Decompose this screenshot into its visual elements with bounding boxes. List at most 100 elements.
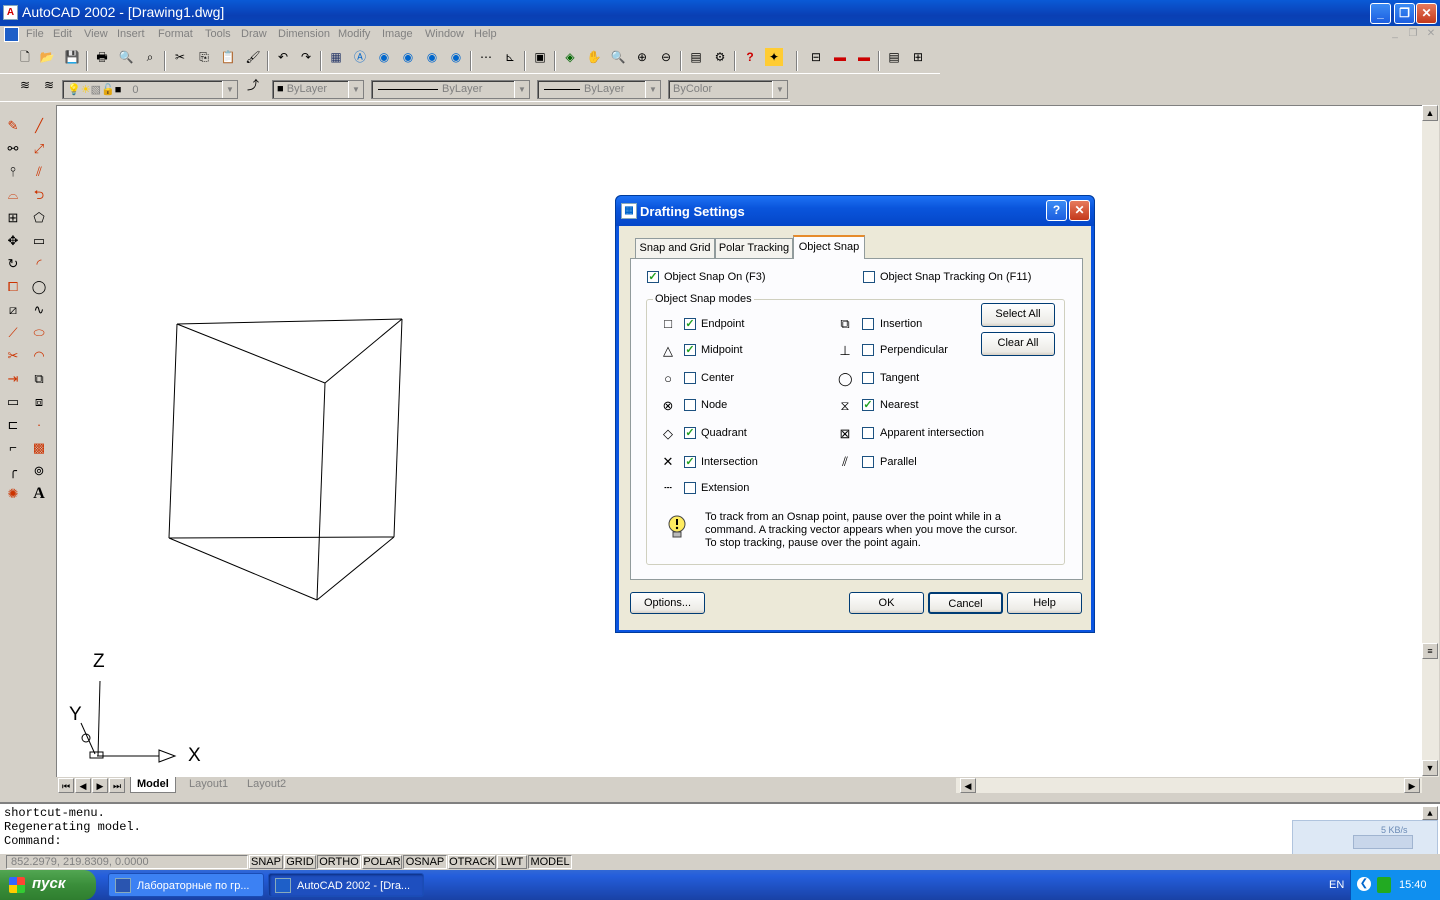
break-at-point-icon[interactable]: ⊏ bbox=[3, 415, 23, 435]
tab-snap-and-grid[interactable]: Snap and Grid bbox=[635, 238, 715, 258]
extend-icon[interactable]: ⇥ bbox=[3, 369, 23, 389]
menu-edit[interactable]: Edit bbox=[53, 28, 72, 40]
help-icon[interactable]: ? bbox=[741, 48, 759, 66]
construction-line-icon[interactable]: ⤢ bbox=[29, 139, 49, 159]
parallel-checkbox[interactable] bbox=[862, 456, 874, 468]
menu-help[interactable]: Help bbox=[474, 28, 497, 40]
document-icon[interactable] bbox=[4, 27, 19, 42]
scroll-left-icon[interactable]: ◀ bbox=[960, 778, 976, 793]
clear-all-button[interactable]: Clear All bbox=[981, 332, 1055, 356]
snap-toggle[interactable]: SNAP bbox=[249, 855, 283, 869]
pan-realtime-icon[interactable]: ✋ bbox=[585, 48, 603, 66]
lineweight-dropdown[interactable]: ByLayer ▼ bbox=[537, 80, 661, 99]
make-block-icon[interactable]: ⧈ bbox=[29, 392, 49, 412]
tangent-checkbox[interactable] bbox=[862, 372, 874, 384]
tab-layout1[interactable]: Layout1 bbox=[183, 777, 234, 793]
doc-minimize-icon[interactable]: _ bbox=[1388, 28, 1402, 40]
endpoint-checkbox[interactable]: ✓ bbox=[684, 318, 696, 330]
menu-modify[interactable]: Modify bbox=[338, 28, 370, 40]
osnap-tracking-checkbox[interactable] bbox=[863, 271, 875, 283]
rectangle-icon[interactable]: ▭ bbox=[29, 231, 49, 251]
first-tab-icon[interactable]: ⏮ bbox=[58, 778, 74, 793]
scroll-down-icon[interactable]: ▼ bbox=[1422, 760, 1438, 776]
extension-checkbox[interactable] bbox=[684, 482, 696, 494]
express-tools-icon[interactable]: ✦ bbox=[765, 48, 783, 66]
web-icon[interactable]: ◉ bbox=[375, 48, 393, 66]
apparent-intersection-checkbox[interactable] bbox=[862, 427, 874, 439]
new-file-icon[interactable]: 🗋 bbox=[16, 48, 34, 66]
trim-icon[interactable]: ✂ bbox=[3, 346, 23, 366]
help-button[interactable]: Help bbox=[1007, 592, 1082, 614]
publish-web-icon[interactable]: ◉ bbox=[423, 48, 441, 66]
osnap-on-checkbox[interactable]: ✓ bbox=[647, 271, 659, 283]
point-icon[interactable]: · bbox=[29, 415, 49, 435]
open-folder-icon[interactable]: 📂 bbox=[38, 48, 56, 66]
tray-arrow-icon[interactable]: ❮ bbox=[1357, 877, 1371, 891]
ellipse-arc-icon[interactable]: ◠ bbox=[29, 346, 49, 366]
find-replace-icon[interactable]: ⌕ bbox=[141, 48, 159, 66]
scale-icon[interactable]: ⧠ bbox=[3, 277, 23, 297]
minimize-button[interactable]: _ bbox=[1370, 3, 1391, 24]
vertical-scrollbar[interactable]: ▲ ≡ ▼ bbox=[1422, 105, 1439, 777]
osnap-toggle[interactable]: OSNAP bbox=[403, 855, 447, 869]
menu-dimension[interactable]: Dimension bbox=[278, 28, 330, 40]
dim-aligned-icon[interactable]: ▬ bbox=[831, 48, 849, 66]
tray-app-icon[interactable] bbox=[1377, 877, 1391, 893]
today-icon[interactable]: Ⓐ bbox=[351, 48, 369, 66]
prev-tab-icon[interactable]: ◀ bbox=[75, 778, 91, 793]
cmd-scroll-up-icon[interactable]: ▲ bbox=[1422, 806, 1438, 820]
scroll-right-icon[interactable]: ▶ bbox=[1404, 778, 1420, 793]
offset-icon[interactable]: ⌓ bbox=[3, 185, 23, 205]
spline-icon[interactable]: ∿ bbox=[29, 300, 49, 320]
model-toggle[interactable]: MODEL bbox=[528, 855, 572, 869]
zoom-realtime-icon[interactable]: 🔍 bbox=[609, 48, 627, 66]
intersection-checkbox[interactable]: ✓ bbox=[684, 456, 696, 468]
dialog-close-icon[interactable]: ✕ bbox=[1069, 200, 1090, 221]
3d-orbit-icon[interactable]: ◈ bbox=[561, 48, 579, 66]
move-icon[interactable]: ✥ bbox=[3, 231, 23, 251]
options-button[interactable]: Options... bbox=[630, 592, 705, 614]
last-tab-icon[interactable]: ⏭ bbox=[109, 778, 125, 793]
select-all-button[interactable]: Select All bbox=[981, 303, 1055, 327]
lengthen-icon[interactable]: ⟋ bbox=[3, 323, 23, 343]
start-button[interactable]: пуск bbox=[0, 870, 96, 900]
dim-style-icon[interactable]: ⊞ bbox=[909, 48, 927, 66]
print-preview-icon[interactable]: 🔍 bbox=[117, 48, 135, 66]
tab-object-snap[interactable]: Object Snap bbox=[793, 235, 865, 259]
ellipse-icon[interactable]: ⬭ bbox=[29, 323, 49, 343]
nearest-checkbox[interactable]: ✓ bbox=[862, 399, 874, 411]
next-tab-icon[interactable]: ▶ bbox=[92, 778, 108, 793]
grid-toggle[interactable]: GRID bbox=[284, 855, 316, 869]
plotstyle-dropdown[interactable]: ByColor ▼ bbox=[668, 80, 788, 99]
chamfer-icon[interactable]: ⌐ bbox=[3, 438, 23, 458]
scroll-thumb[interactable]: ≡ bbox=[1422, 643, 1438, 659]
color-dropdown[interactable]: ■ ByLayer ▼ bbox=[272, 80, 364, 99]
layer-dropdown[interactable]: 💡☀▧🔓■ 0 ▼ bbox=[62, 80, 238, 99]
cancel-button[interactable]: Cancel bbox=[928, 592, 1003, 614]
insert-block-icon[interactable]: ⧉ bbox=[29, 369, 49, 389]
lwt-toggle[interactable]: LWT bbox=[497, 855, 527, 869]
match-properties-icon[interactable]: 🖌 bbox=[244, 48, 262, 66]
arc-icon[interactable]: ◜ bbox=[29, 254, 49, 274]
perpendicular-checkbox[interactable] bbox=[862, 344, 874, 356]
quadrant-checkbox[interactable]: ✓ bbox=[684, 427, 696, 439]
explode-icon[interactable]: ✺ bbox=[3, 484, 23, 504]
otrack-toggle[interactable]: OTRACK bbox=[448, 855, 496, 869]
layer-manager-icon[interactable]: ≋ bbox=[16, 76, 34, 94]
zoom-window-icon[interactable]: ⊕ bbox=[633, 48, 651, 66]
hatch-icon[interactable]: ▩ bbox=[29, 438, 49, 458]
fillet-icon[interactable]: ╭ bbox=[3, 461, 23, 481]
tab-model[interactable]: Model bbox=[130, 777, 176, 793]
redo-icon[interactable]: ↷ bbox=[297, 48, 315, 66]
polar-toggle[interactable]: POLAR bbox=[362, 855, 402, 869]
stretch-icon[interactable]: ⧄ bbox=[3, 300, 23, 320]
taskbar-item-autocad[interactable]: AutoCAD 2002 - [Dra... bbox=[268, 873, 424, 897]
rotate-icon[interactable]: ↻ bbox=[3, 254, 23, 274]
make-object-layer-current-icon[interactable]: ⤴ bbox=[244, 76, 262, 94]
copy-icon[interactable]: ⎘ bbox=[195, 48, 213, 66]
polyline-icon[interactable]: ⮌ bbox=[29, 185, 49, 205]
ucs-icon[interactable]: ⊾ bbox=[501, 48, 519, 66]
center-checkbox[interactable] bbox=[684, 372, 696, 384]
scroll-up-icon[interactable]: ▲ bbox=[1422, 105, 1438, 121]
ortho-toggle[interactable]: ORTHO bbox=[317, 855, 361, 869]
